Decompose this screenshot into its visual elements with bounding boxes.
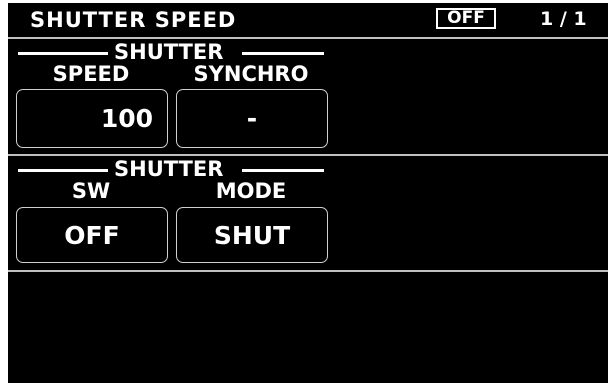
section-divider-1 [8,154,608,156]
group-title: SHUTTER [114,40,224,64]
header-divider [8,37,608,39]
shutter-speed-panel: SHUTTER SPEED OFF 1 / 1 SHUTTER SPEED SY… [8,3,608,383]
page-title: SHUTTER SPEED [30,8,237,32]
synchro-value: - [246,104,258,133]
shutter-speed-group: SHUTTER SPEED SYNCHRO 100 - [8,41,608,153]
group-title: SHUTTER [114,157,224,181]
header-bar: SHUTTER SPEED OFF 1 / 1 [8,3,608,37]
synchro-label: SYNCHRO [193,62,309,86]
mode-value: SHUT [213,220,291,250]
speed-label: SPEED [52,62,130,86]
sw-label: SW [71,179,111,203]
mode-value-button[interactable]: SHUT [176,207,328,263]
synchro-value-button[interactable]: - [176,89,328,148]
mode-label: MODE [215,179,287,203]
status-badge: OFF [436,8,496,29]
sw-value-button[interactable]: OFF [16,207,168,263]
shutter-mode-group: SHUTTER SW MODE OFF SHUT [8,158,608,270]
group-rule-right [242,52,324,55]
speed-value: 100 [100,104,153,133]
group-rule-left [18,169,108,172]
section-divider-2 [8,270,608,272]
group-rule-right [242,169,324,172]
group-rule-left [18,52,108,55]
speed-value-button[interactable]: 100 [16,89,168,148]
sw-value: OFF [64,220,120,250]
page-indicator: 1 / 1 [540,8,587,30]
